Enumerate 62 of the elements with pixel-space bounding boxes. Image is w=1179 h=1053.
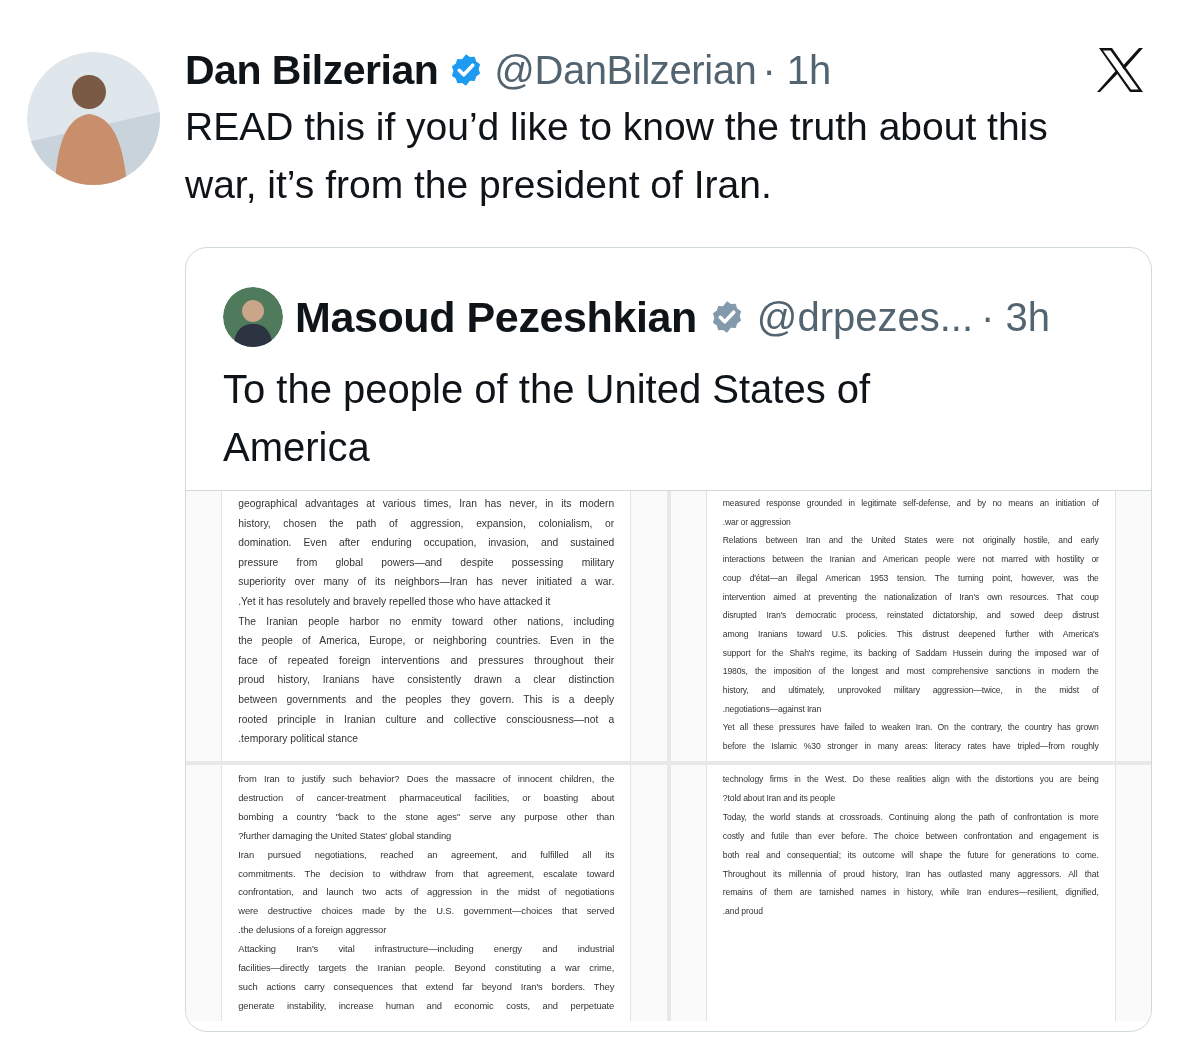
document-line: The Iranian people harbor no enmity toward other nations, including: [238, 614, 615, 629]
document-line: Today, the world stands at crossroads. Continuing along the path of confrontation is more: [722, 810, 1099, 824]
x-logo-icon: [1097, 47, 1145, 93]
document-line: history, and ultimately, unprovoked military aggression—twice, in the midst of: [722, 684, 1099, 698]
document-line: Throughout its millennia of proud history, Iran has outlasted many aggressors. All that: [722, 867, 1099, 881]
document-line: face of repeated foreign interventions and pressures throughout their: [238, 653, 615, 668]
document-line: .and proud: [722, 905, 764, 919]
document-line: generate instability, increase human and economic costs, and perpetuate: [238, 998, 615, 1013]
document-line: rooted principle in Iranian culture and collective consciousness—not a: [238, 712, 615, 727]
document-line: 1980s, the imposition of the longest and most comprehensive sanctions in modern the: [722, 665, 1099, 679]
document-line: Relations between Iran and the United States were not originally hostile, and early: [722, 534, 1099, 548]
quoted-post-text: To the people of the United States of America: [222, 366, 872, 471]
document-line: geographical advantages at various times, Iran has never, in its modern: [238, 497, 615, 511]
document-line: confrontation, and launch two acts of aggression in the midst of negotiations: [238, 885, 615, 900]
document-line: measured response grounded in legitimate self-defense, and by no means an initiation of: [722, 497, 1099, 510]
document-line: technology firms in the West. Do these realities align with the distortions you are being: [722, 773, 1099, 787]
document-line: history, chosen the path of aggression, expansion, colonialism, or: [238, 516, 615, 531]
document-line: .the delusions of a foreign aggressor: [238, 923, 388, 938]
document-page[interactable]: [221, 491, 632, 762]
document-line: coup d'état—an illegal American 1953 tension. The turning point, however, was the: [722, 571, 1099, 585]
document-line: both real and consequential; its outcome will shape the future for generations to come.: [722, 848, 1099, 862]
document-line: .Yet it has resolutely and bravely repelled those who have attacked it: [238, 594, 552, 609]
document-line: .negotiations—against Iran: [722, 702, 823, 716]
document-line: before the Islamic %30 stronger in many areas: literacy rates have tripled—from roughly: [722, 740, 1099, 754]
document-line: domination. Even after enduring occupation, invasion, and sustained: [238, 536, 615, 551]
document-line: costly and futile than ever before. The choice between confrontation and engagement is: [722, 829, 1099, 843]
author-handle[interactable]: @drpezes...: [756, 294, 974, 340]
document-page[interactable]: [705, 765, 1116, 1021]
post-time: · 1h: [762, 47, 832, 93]
document-line: intervention aimed at preventing the nationalization of Iran's own resources. That coup: [722, 590, 1099, 604]
document-line: between governments and the peoples they govern. This is a deeply: [238, 692, 615, 707]
document-line: among Iranians toward U.S. policies. This distrust deepened further with America's: [722, 627, 1099, 641]
document-line: disrupted Iran's democratic process, reinstated dictatorship, and sowed deep distrust: [722, 609, 1099, 623]
document-page[interactable]: [221, 765, 632, 1021]
document-line: ?further damaging the United States' global standing: [238, 828, 453, 843]
author-name[interactable]: Masoud Pezeshkian: [295, 292, 697, 342]
document-line: bombing a country "back to the stone ages" serve any purpose other than: [238, 809, 615, 824]
post-time: · 3h: [981, 294, 1050, 340]
document-page[interactable]: [705, 491, 1116, 762]
document-line: support for the Shah's regime, its backing of Saddam Hussein during the imposed war of: [722, 646, 1099, 660]
document-line: .war or aggression: [722, 515, 792, 529]
post-text: READ this if you’d like to know the truth about this war, it’s from the president of Iran.: [185, 104, 1049, 208]
document-line: proud history, Iranians have consistently drawn a clear distinction: [238, 673, 615, 688]
document-line: were destructive choices made by the U.S. government—choices that served: [238, 904, 615, 919]
author-handle[interactable]: @DanBilzerian: [494, 47, 757, 93]
document-line: .temporary political stance: [238, 732, 359, 747]
document-line: superiority over many of its neighbors—Iran has never initiated a war.: [238, 575, 615, 590]
document-line: such actions carry consequences that extend far beyond Iran's borders. They: [238, 980, 615, 994]
document-line: the people of America, Europe, or neighboring countries. Even in the: [238, 634, 615, 649]
document-line: Yet all these pressures have failed to weaken Iran. On the contrary, the country has grown: [722, 721, 1099, 735]
document-line: remains of them are tarnished names in history, while Iran endures—resilient, dignified,: [722, 886, 1099, 900]
document-line: from Iran to justify such behavior? Does the massacre of innocent children, the: [238, 772, 615, 787]
document-line: ?told about Iran and its people: [722, 791, 837, 805]
document-line: pressure from global powers—and despite possessing military: [238, 555, 615, 570]
document-line: commitments. The decision to withdraw from that agreement, escalate toward: [238, 866, 615, 881]
document-line: Attacking Iran's vital infrastructure—including energy and industrial: [238, 942, 615, 957]
document-line: destruction of cancer-treatment pharmaceutical facilities, or boasting about: [238, 790, 615, 805]
document-line: facilities—directly targets the Iranian people. Beyond constituting a war crime,: [238, 961, 615, 976]
document-line: interactions between the Iranian and American people were not marred with hostility or: [722, 553, 1099, 567]
quoted-post-card[interactable]: [185, 247, 1152, 1032]
document-line: Iran pursued negotiations, reached an agreement, and fulfilled all its: [238, 847, 615, 862]
author-name[interactable]: Dan Bilzerian: [185, 46, 439, 94]
